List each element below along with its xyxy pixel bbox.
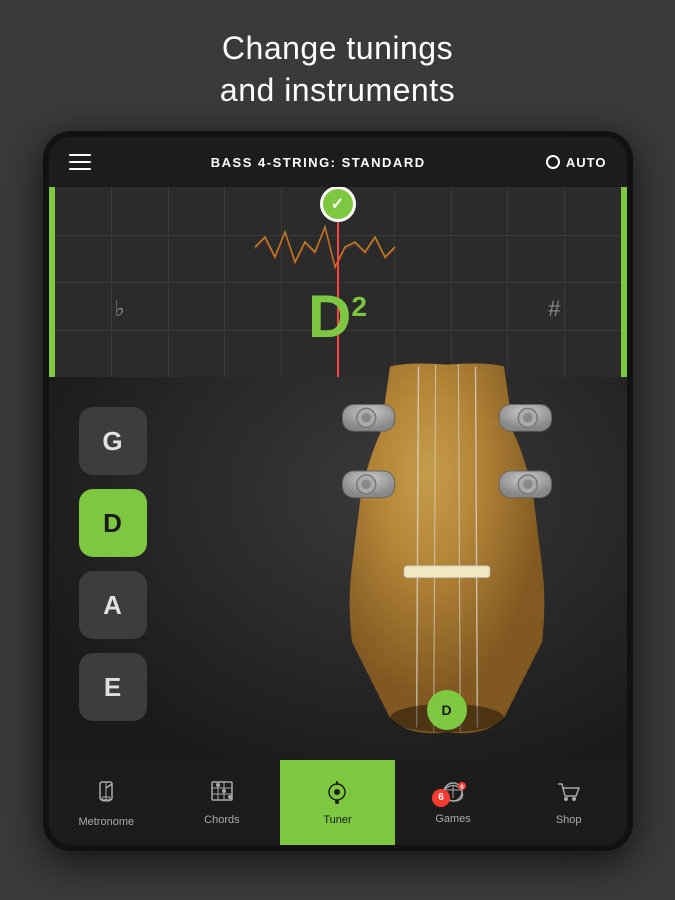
tuned-circle: ✓ xyxy=(320,187,356,222)
nav-tuner[interactable]: Tuner xyxy=(280,760,396,845)
nav-games[interactable]: 6 6 Games xyxy=(395,760,511,845)
auto-circle-icon xyxy=(546,155,560,169)
sharp-sign: # xyxy=(548,296,560,322)
string-a-button[interactable]: A xyxy=(79,571,147,639)
tablet-device: BASS 4-STRING: STANDARD AUTO xyxy=(43,131,633,851)
menu-button[interactable] xyxy=(69,154,91,170)
string-buttons: G D A E xyxy=(79,407,147,721)
guitar-headstock-image xyxy=(307,357,587,737)
shop-icon xyxy=(556,780,582,810)
nav-metronome[interactable]: Metronome xyxy=(49,760,165,845)
string-g-button[interactable]: G xyxy=(79,407,147,475)
nav-shop-label: Shop xyxy=(556,814,582,826)
side-edge-right xyxy=(627,337,633,387)
games-badge: 6 xyxy=(432,789,450,807)
string-e-button[interactable]: E xyxy=(79,653,147,721)
nav-metronome-label: Metronome xyxy=(78,816,134,828)
instrument-title: BASS 4-STRING: STANDARD xyxy=(101,155,536,170)
bottom-nav: Metronome Chords xyxy=(49,760,627,845)
auto-label: AUTO xyxy=(566,155,607,170)
tuned-indicator: ✓ xyxy=(320,187,356,222)
tuner-display: ✓ ♭ # D2 xyxy=(49,187,627,377)
nav-chords[interactable]: Chords xyxy=(164,760,280,845)
flat-sign: ♭ xyxy=(115,296,125,322)
nav-games-label: Games xyxy=(435,813,470,825)
metronome-icon xyxy=(92,778,120,812)
header-text: Change tunings and instruments xyxy=(180,0,495,131)
string-d-button[interactable]: D xyxy=(79,489,147,557)
tablet-content: BASS 4-STRING: STANDARD AUTO xyxy=(49,137,627,845)
top-bar: BASS 4-STRING: STANDARD AUTO xyxy=(49,137,627,187)
nav-shop[interactable]: Shop xyxy=(511,760,627,845)
nav-chords-label: Chords xyxy=(204,814,239,826)
current-note: D2 xyxy=(308,287,367,347)
tuner-icon xyxy=(325,780,349,810)
auto-button[interactable]: AUTO xyxy=(546,155,607,170)
checkmark-icon: ✓ xyxy=(331,194,344,214)
chords-icon xyxy=(208,780,236,810)
guitar-area: G D A E xyxy=(49,377,627,760)
header-section: Change tunings and instruments xyxy=(180,0,495,131)
note-pin-indicator: D xyxy=(427,690,467,730)
nav-tuner-label: Tuner xyxy=(323,814,351,826)
